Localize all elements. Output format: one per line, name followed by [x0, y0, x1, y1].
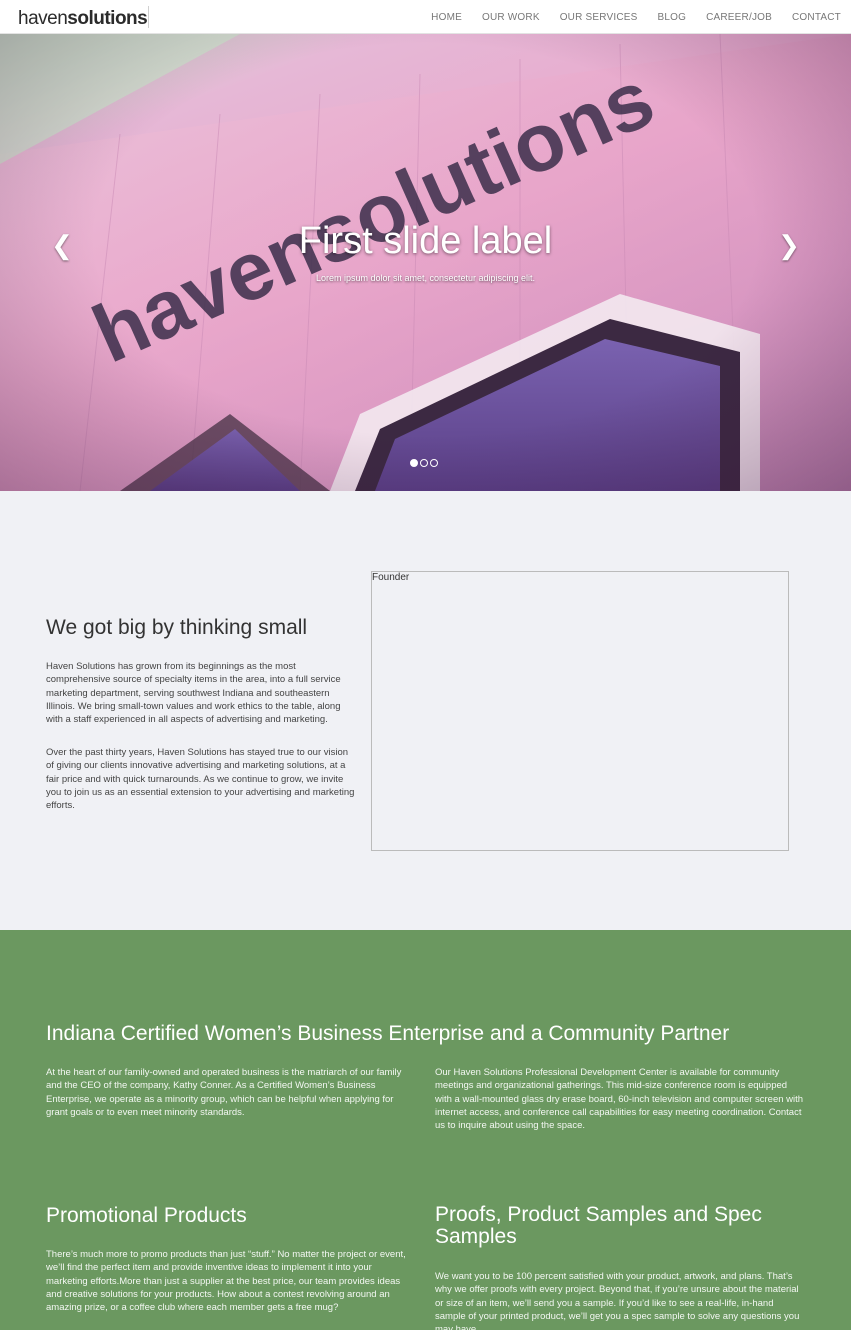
nav-home[interactable]: HOME: [431, 12, 462, 23]
community-section: Indiana Certified Women’s Business Enter…: [0, 930, 851, 1330]
about-heading: We got big by thinking small: [46, 616, 308, 639]
proofs-text: We want you to be 100 percent satisfied …: [435, 1271, 800, 1330]
about-paragraph-1: Haven Solutions has grown from its begin…: [46, 661, 341, 726]
community-left-text: At the heart of our family-owned and ope…: [46, 1067, 402, 1118]
nav-career-job[interactable]: CAREER/JOB: [706, 12, 772, 23]
carousel-indicator-1[interactable]: [410, 459, 418, 467]
carousel-indicators: [410, 459, 440, 467]
proofs-heading: Proofs, Product Samples and Spec Samples: [435, 1203, 762, 1248]
hero-carousel: havensolutions ❮ ❯ First slide label Lor…: [0, 34, 851, 491]
nav-contact[interactable]: CONTACT: [792, 12, 841, 23]
carousel-indicator-3[interactable]: [430, 459, 438, 467]
carousel-caption: First slide label Lorem ipsum dolor sit …: [0, 220, 851, 283]
logo-divider: [148, 6, 149, 28]
logo[interactable]: havensolutions: [18, 8, 148, 30]
promo-heading: Promotional Products: [46, 1204, 247, 1227]
founder-image: Founder: [371, 571, 789, 851]
about-paragraph-2: Over the past thirty years, Haven Soluti…: [46, 747, 355, 812]
community-heading: Indiana Certified Women’s Business Enter…: [46, 1022, 730, 1045]
logo-bold-text: solutions: [67, 8, 148, 29]
nav-links: HOME OUR WORK OUR SERVICES BLOG CAREER/J…: [411, 0, 841, 34]
slide-subtitle: Lorem ipsum dolor sit amet, consectetur …: [315, 273, 536, 283]
about-section: We got big by thinking small Haven Solut…: [0, 491, 851, 930]
carousel-indicator-2[interactable]: [420, 459, 428, 467]
top-navbar: havensolutions HOME OUR WORK OUR SERVICE…: [0, 0, 851, 34]
slide-title: First slide label: [298, 220, 553, 262]
founder-image-alt: Founder: [372, 572, 410, 583]
nav-our-services[interactable]: OUR SERVICES: [560, 12, 638, 23]
nav-blog[interactable]: BLOG: [658, 12, 687, 23]
promo-text: There’s much more to promo products than…: [46, 1249, 406, 1314]
logo-light-text: haven: [18, 8, 68, 29]
community-right-text: Our Haven Solutions Professional Develop…: [435, 1067, 804, 1132]
nav-our-work[interactable]: OUR WORK: [482, 12, 540, 23]
